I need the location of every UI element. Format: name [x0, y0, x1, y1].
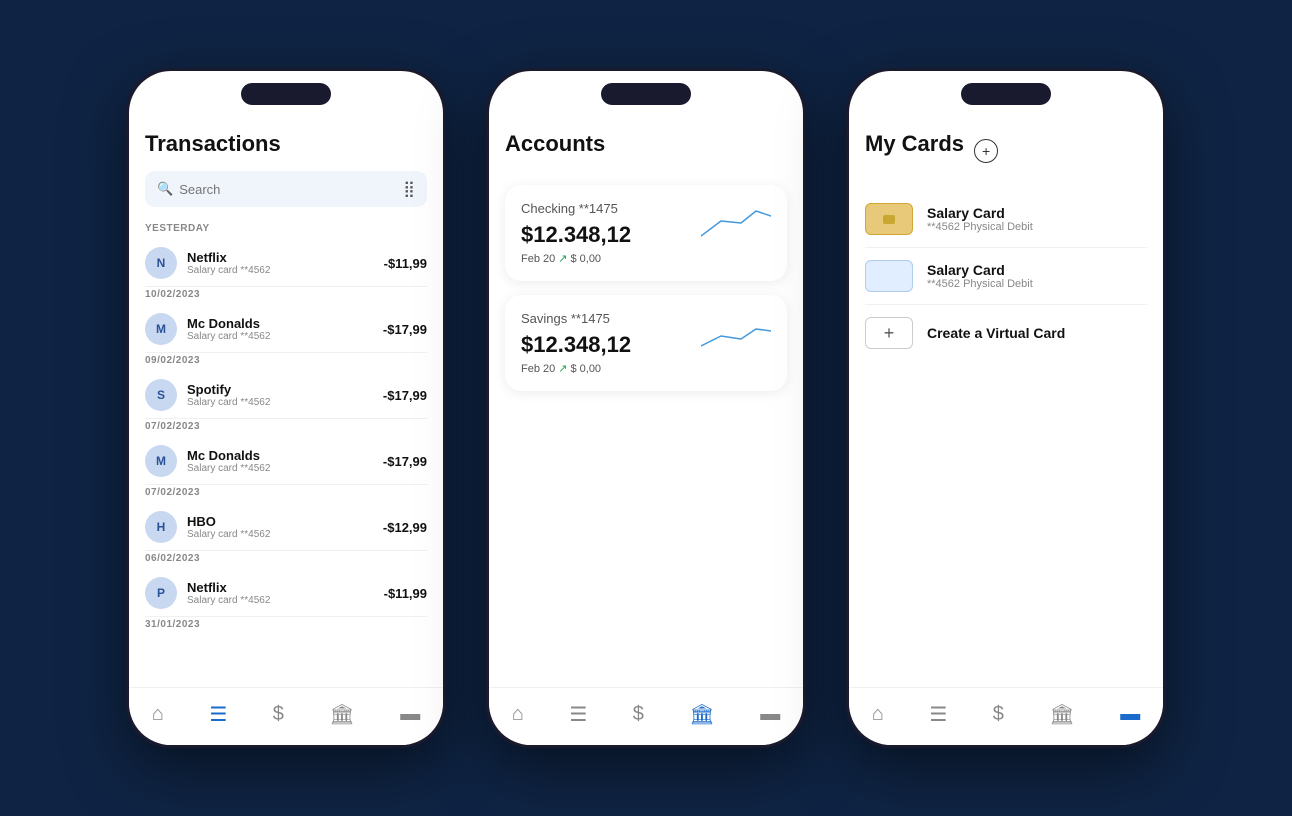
checking-account-name: Checking **1475 [521, 201, 631, 216]
tx-sub: Salary card **4562 [187, 529, 373, 540]
card-sub: **4562 Physical Debit [927, 278, 1033, 290]
avatar-mc1: M [145, 313, 177, 345]
tx-amount: -$11,99 [384, 586, 427, 601]
nav-bank[interactable]: 🏛 [1041, 698, 1082, 731]
nav-list[interactable]: ☰ [561, 698, 595, 731]
savings-date: Feb 20 ↗ $ 0,00 [521, 362, 631, 375]
tx-sub: Salary card **4562 [187, 397, 373, 408]
card-sub: **4562 Physical Debit [927, 221, 1033, 233]
card-name: Salary Card [927, 262, 1033, 278]
tx-sub: Salary card **4562 [187, 331, 373, 342]
chip-icon [883, 215, 895, 224]
tx-name: Netflix [187, 250, 374, 265]
search-bar[interactable]: 🔍 ⣿ [145, 171, 427, 207]
transaction-item[interactable]: P Netflix Salary card **4562 -$11,99 [145, 570, 427, 616]
section-label-31: 31/01/2023 [145, 619, 427, 630]
tx-sub: Salary card **4562 [187, 595, 374, 606]
avatar-hbo: H [145, 511, 177, 543]
notch [601, 83, 691, 105]
nav-card[interactable]: ▬ [392, 699, 428, 730]
section-label-07a: 07/02/2023 [145, 421, 427, 432]
notch [241, 83, 331, 105]
mycards-title: My Cards [865, 131, 964, 157]
mycards-header: My Cards + [865, 131, 1147, 171]
phone-mycards: My Cards + Salary Card **4562 Physical D… [846, 68, 1166, 748]
nav-dollar[interactable]: $ [265, 699, 292, 730]
checking-account-card[interactable]: Checking **1475 $12.348,12 Feb 20 ↗ $ 0,… [505, 185, 787, 281]
avatar-netflix2: P [145, 577, 177, 609]
nav-dollar[interactable]: $ [985, 699, 1012, 730]
transaction-item[interactable]: S Spotify Salary card **4562 -$17,99 [145, 372, 427, 418]
tx-amount: -$17,99 [383, 454, 427, 469]
nav-card[interactable]: ▬ [752, 699, 788, 730]
tx-amount: -$12,99 [383, 520, 427, 535]
avatar-mc2: M [145, 445, 177, 477]
notch [961, 83, 1051, 105]
nav-home[interactable]: ⌂ [144, 699, 172, 730]
avatar-netflix: N [145, 247, 177, 279]
checking-date: Feb 20 ↗ $ 0,00 [521, 252, 631, 265]
tx-sub: Salary card **4562 [187, 265, 374, 276]
section-label-06: 06/02/2023 [145, 553, 427, 564]
transaction-item[interactable]: M Mc Donalds Salary card **4562 -$17,99 [145, 438, 427, 484]
section-label-09: 09/02/2023 [145, 355, 427, 366]
checking-chart [701, 201, 771, 241]
tx-name: Mc Donalds [187, 316, 373, 331]
section-label-yesterday: YESTERDAY [145, 223, 427, 234]
up-arrow-icon: ↗ [558, 252, 567, 265]
phone-accounts: Accounts Checking **1475 $12.348,12 Feb … [486, 68, 806, 748]
salary-card-blue[interactable]: Salary Card **4562 Physical Debit [865, 248, 1147, 304]
card-name: Salary Card [927, 205, 1033, 221]
tx-name: Mc Donalds [187, 448, 373, 463]
checking-balance: $12.348,12 [521, 222, 631, 248]
nav-list[interactable]: ☰ [201, 698, 235, 731]
nav-dollar[interactable]: $ [625, 699, 652, 730]
tx-amount: -$17,99 [383, 322, 427, 337]
tx-name: HBO [187, 514, 373, 529]
savings-balance: $12.348,12 [521, 332, 631, 358]
salary-card-gold[interactable]: Salary Card **4562 Physical Debit [865, 191, 1147, 247]
add-card-button[interactable]: + [974, 139, 998, 163]
tx-name: Spotify [187, 382, 373, 397]
transaction-item[interactable]: N Netflix Salary card **4562 -$11,99 [145, 240, 427, 286]
plus-icon: + [865, 317, 913, 349]
card-thumbnail-gold [865, 203, 913, 235]
tx-amount: -$11,99 [384, 256, 427, 271]
nav-bank[interactable]: 🏛 [681, 698, 722, 731]
tx-sub: Salary card **4562 [187, 463, 373, 474]
phone-transactions: Transactions 🔍 ⣿ YESTERDAY N Netflix Sal… [126, 68, 446, 748]
accounts-title: Accounts [505, 131, 787, 157]
tx-name: Netflix [187, 580, 374, 595]
tx-amount: -$17,99 [383, 388, 427, 403]
up-arrow-icon: ↗ [558, 362, 567, 375]
nav-bank[interactable]: 🏛 [321, 698, 362, 731]
savings-account-card[interactable]: Savings **1475 $12.348,12 Feb 20 ↗ $ 0,0… [505, 295, 787, 391]
transaction-list: YESTERDAY N Netflix Salary card **4562 -… [145, 221, 427, 687]
search-input[interactable] [179, 182, 397, 197]
create-virtual-card[interactable]: + Create a Virtual Card [865, 305, 1147, 361]
create-card-label: Create a Virtual Card [927, 325, 1065, 341]
bottom-nav: ⌂ ☰ $ 🏛 ▬ [849, 687, 1163, 745]
savings-account-name: Savings **1475 [521, 311, 631, 326]
section-label-07b: 07/02/2023 [145, 487, 427, 498]
avatar-spotify: S [145, 379, 177, 411]
search-icon: 🔍 [157, 181, 173, 197]
savings-chart [701, 311, 771, 351]
transaction-item[interactable]: H HBO Salary card **4562 -$12,99 [145, 504, 427, 550]
nav-card[interactable]: ▬ [1112, 699, 1148, 730]
bottom-nav: ⌂ ☰ $ 🏛 ▬ [489, 687, 803, 745]
section-label-10: 10/02/2023 [145, 289, 427, 300]
bottom-nav: ⌂ ☰ $ 🏛 ▬ [129, 687, 443, 745]
nav-home[interactable]: ⌂ [864, 699, 892, 730]
nav-list[interactable]: ☰ [921, 698, 955, 731]
card-thumbnail-blue [865, 260, 913, 292]
transactions-title: Transactions [145, 131, 427, 157]
nav-home[interactable]: ⌂ [504, 699, 532, 730]
filter-icon[interactable]: ⣿ [403, 179, 415, 199]
transaction-item[interactable]: M Mc Donalds Salary card **4562 -$17,99 [145, 306, 427, 352]
